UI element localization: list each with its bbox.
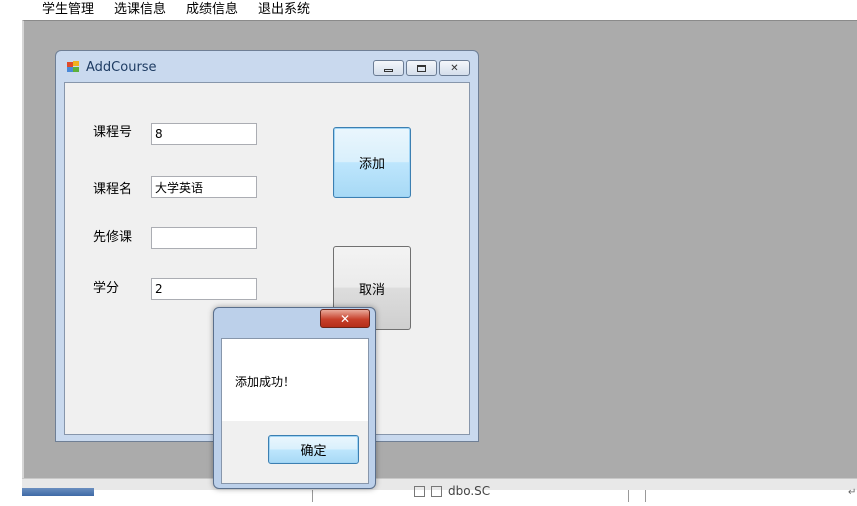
menu-grades[interactable]: 成绩信息	[176, 1, 248, 19]
menu-student-management[interactable]: 学生管理	[24, 1, 104, 19]
minimize-button[interactable]	[373, 60, 404, 76]
message-close-button[interactable]: ✕	[320, 309, 370, 328]
return-arrow-icon: ↵	[848, 487, 857, 498]
add-course-titlebar[interactable]: AddCourse ✕	[56, 51, 478, 83]
background-table-name: dbo.SC	[448, 484, 491, 498]
credit-label: 学分	[93, 281, 120, 296]
menu-exit[interactable]: 退出系统	[248, 1, 320, 19]
message-text: 添加成功！	[235, 375, 296, 389]
taskbar-fragment	[22, 488, 94, 496]
background-window-fragment: dbo.SC ↵	[0, 484, 857, 506]
success-message-box: ✕ 添加成功！ 确定	[213, 307, 376, 489]
app-icon	[67, 61, 81, 73]
tree-expand-icon	[414, 485, 425, 497]
course-no-input[interactable]	[151, 123, 257, 145]
ok-button[interactable]: 确定	[268, 435, 359, 464]
menu-course-selection[interactable]: 选课信息	[104, 1, 176, 19]
prerequisite-label: 先修课	[93, 230, 133, 245]
close-icon: ✕	[339, 311, 351, 326]
prerequisite-input[interactable]	[151, 227, 257, 249]
divider	[645, 490, 646, 502]
close-button[interactable]: ✕	[439, 60, 470, 76]
message-body: 添加成功！ 确定	[221, 338, 369, 484]
maximize-button[interactable]	[406, 60, 437, 76]
table-icon	[431, 485, 442, 497]
window-title: AddCourse	[86, 59, 157, 75]
divider	[312, 490, 313, 502]
main-menubar: 学生管理 选课信息 成绩信息 退出系统	[24, 0, 857, 20]
course-name-input[interactable]	[151, 176, 257, 198]
maximize-icon	[417, 64, 426, 72]
course-no-label: 课程号	[93, 125, 133, 140]
credit-input[interactable]	[151, 278, 257, 300]
divider	[628, 490, 629, 502]
add-button[interactable]: 添加	[333, 127, 411, 198]
close-icon: ✕	[450, 62, 459, 74]
minimize-icon	[384, 68, 393, 72]
course-name-label: 课程名	[93, 182, 133, 197]
